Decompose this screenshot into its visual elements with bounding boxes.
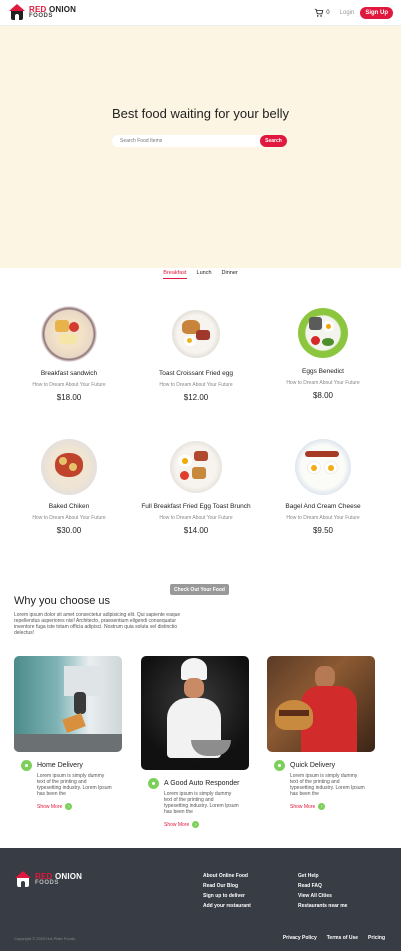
feature-image [267, 656, 375, 752]
top-navbar: RED ONION FOODS 0 Login Sign Up [0, 0, 401, 26]
food-description: How to Dream About Your Future [159, 515, 233, 521]
footer-links-col2: Get Help Read FAQ View All Cities Restau… [298, 871, 347, 911]
feature-body: Lorem ipsum is simply dummy text of the … [290, 773, 365, 797]
food-image [170, 441, 222, 493]
cart-count: 0 [326, 9, 330, 16]
logo-house-icon [14, 871, 32, 889]
feature-title: A Good Auto Responder [164, 780, 240, 787]
brand-logo[interactable]: RED ONION FOODS [8, 3, 77, 22]
show-more-link[interactable]: Show More › [267, 803, 375, 810]
footer-link[interactable]: About Online Food [203, 871, 251, 881]
show-more-link[interactable]: Show More › [141, 821, 249, 828]
search-input[interactable] [112, 135, 266, 147]
section-title: Why you choose us [14, 595, 110, 607]
search-button[interactable]: Search [260, 135, 287, 147]
footer-links-col1: About Online Food Read Our Blog Sign up … [203, 871, 251, 911]
cart-button[interactable]: 0 [314, 8, 330, 18]
footer-link[interactable]: Read Our Blog [203, 881, 251, 891]
delivery-icon [21, 760, 32, 771]
checkout-button[interactable]: Check Out Your Food [170, 584, 229, 595]
cart-icon [315, 8, 324, 17]
feature-body: Lorem ipsum is simply dummy text of the … [164, 791, 239, 815]
food-name: Eggs Benedict [302, 368, 344, 375]
arrow-right-icon: › [318, 803, 326, 810]
food-card[interactable]: Full Breakfast Fried Egg Toast Brunch Ho… [136, 439, 256, 535]
footer: RED ONION FOODS About Online Food Read O… [0, 848, 401, 951]
food-description: How to Dream About Your Future [286, 515, 360, 521]
food-description: How to Dream About Your Future [32, 382, 106, 388]
feature-image [141, 656, 249, 770]
food-image [41, 306, 97, 362]
food-description: How to Dream About Your Future [286, 380, 360, 386]
login-link[interactable]: Login [340, 10, 355, 16]
logo-text-dark: ONION [54, 872, 83, 881]
hero-banner: Best food waiting for your belly Search [0, 26, 401, 268]
tab-lunch[interactable]: Lunch [197, 270, 212, 279]
food-description: How to Dream About Your Future [32, 515, 106, 521]
food-name: Full Breakfast Fried Egg Toast Brunch [141, 503, 251, 510]
footer-link[interactable]: View All Cities [298, 891, 347, 901]
food-name: Breakfast sandwich [40, 370, 98, 377]
food-name: Toast Croissant Fried egg [158, 370, 234, 377]
footer-link[interactable]: Read FAQ [298, 881, 347, 891]
feature-card-auto-responder: A Good Auto Responder Lorem ipsum is sim… [141, 656, 249, 828]
logo-subtext: FOODS [29, 12, 53, 19]
bell-icon [274, 760, 285, 771]
footer-link[interactable]: Sign up to deliver [203, 891, 251, 901]
feature-body: Lorem ipsum is simply dummy text of the … [37, 773, 112, 797]
logo-house-icon [8, 3, 26, 22]
food-image [295, 439, 351, 495]
food-image [298, 308, 348, 358]
arrow-right-icon: › [65, 803, 73, 810]
show-more-label: Show More [164, 821, 190, 828]
food-price: $30.00 [56, 526, 82, 535]
food-image [172, 310, 220, 358]
terms-link[interactable]: Terms of Use [327, 933, 358, 943]
signup-button[interactable]: Sign Up [360, 6, 393, 19]
tab-dinner[interactable]: Dinner [222, 270, 238, 279]
search-bar: Search [112, 135, 287, 147]
food-price: $12.00 [183, 393, 209, 402]
footer-link[interactable]: Get Help [298, 871, 347, 881]
footer-link[interactable]: Restaurants near me [298, 901, 347, 911]
feature-image [14, 656, 122, 752]
section-description: Lorem ipsum dolor sit amet consectetur a… [14, 612, 181, 636]
footer-logo[interactable]: RED ONION FOODS [14, 871, 82, 889]
meal-tabs: Breakfast Lunch Dinner [0, 270, 401, 279]
arrow-right-icon: › [192, 821, 200, 828]
chat-icon [148, 778, 159, 789]
tab-breakfast[interactable]: Breakfast [163, 270, 187, 279]
food-description: How to Dream About Your Future [159, 382, 233, 388]
feature-card-quick-delivery: Quick Delivery Lorem ipsum is simply dum… [267, 656, 375, 810]
food-card[interactable]: Breakfast sandwich How to Dream About Yo… [9, 306, 129, 402]
food-image [41, 439, 97, 495]
feature-title: Quick Delivery [290, 762, 336, 769]
food-price: $8.00 [312, 391, 334, 400]
copyright-text: Copyright © 2020 Hot Plate Foods [14, 936, 75, 941]
footer-legal-links: Privacy Policy Terms of Use Pricing [273, 933, 385, 943]
food-name: Bagel And Cream Cheese [285, 503, 361, 510]
pricing-link[interactable]: Pricing [368, 933, 385, 943]
food-card[interactable]: Toast Croissant Fried egg How to Dream A… [136, 306, 256, 402]
show-more-label: Show More [290, 803, 316, 810]
show-more-label: Show More [37, 803, 63, 810]
food-card[interactable]: Bagel And Cream Cheese How to Dream Abou… [263, 439, 383, 535]
logo-subtext: FOODS [35, 880, 59, 886]
food-price: $9.50 [312, 526, 334, 535]
feature-title: Home Delivery [37, 762, 83, 769]
food-price: $18.00 [56, 393, 82, 402]
feature-card-home-delivery: Home Delivery Lorem ipsum is simply dumm… [14, 656, 122, 810]
logo-text-dark: ONION [48, 4, 77, 14]
footer-link[interactable]: Add your restaurant [203, 901, 251, 911]
hero-title: Best food waiting for your belly [111, 106, 290, 121]
show-more-link[interactable]: Show More › [14, 803, 122, 810]
food-card[interactable]: Eggs Benedict How to Dream About Your Fu… [263, 306, 383, 400]
privacy-policy-link[interactable]: Privacy Policy [283, 933, 317, 943]
food-name: Baked Chiken [48, 503, 90, 510]
food-price: $14.00 [183, 526, 209, 535]
food-card[interactable]: Baked Chiken How to Dream About Your Fut… [9, 439, 129, 535]
